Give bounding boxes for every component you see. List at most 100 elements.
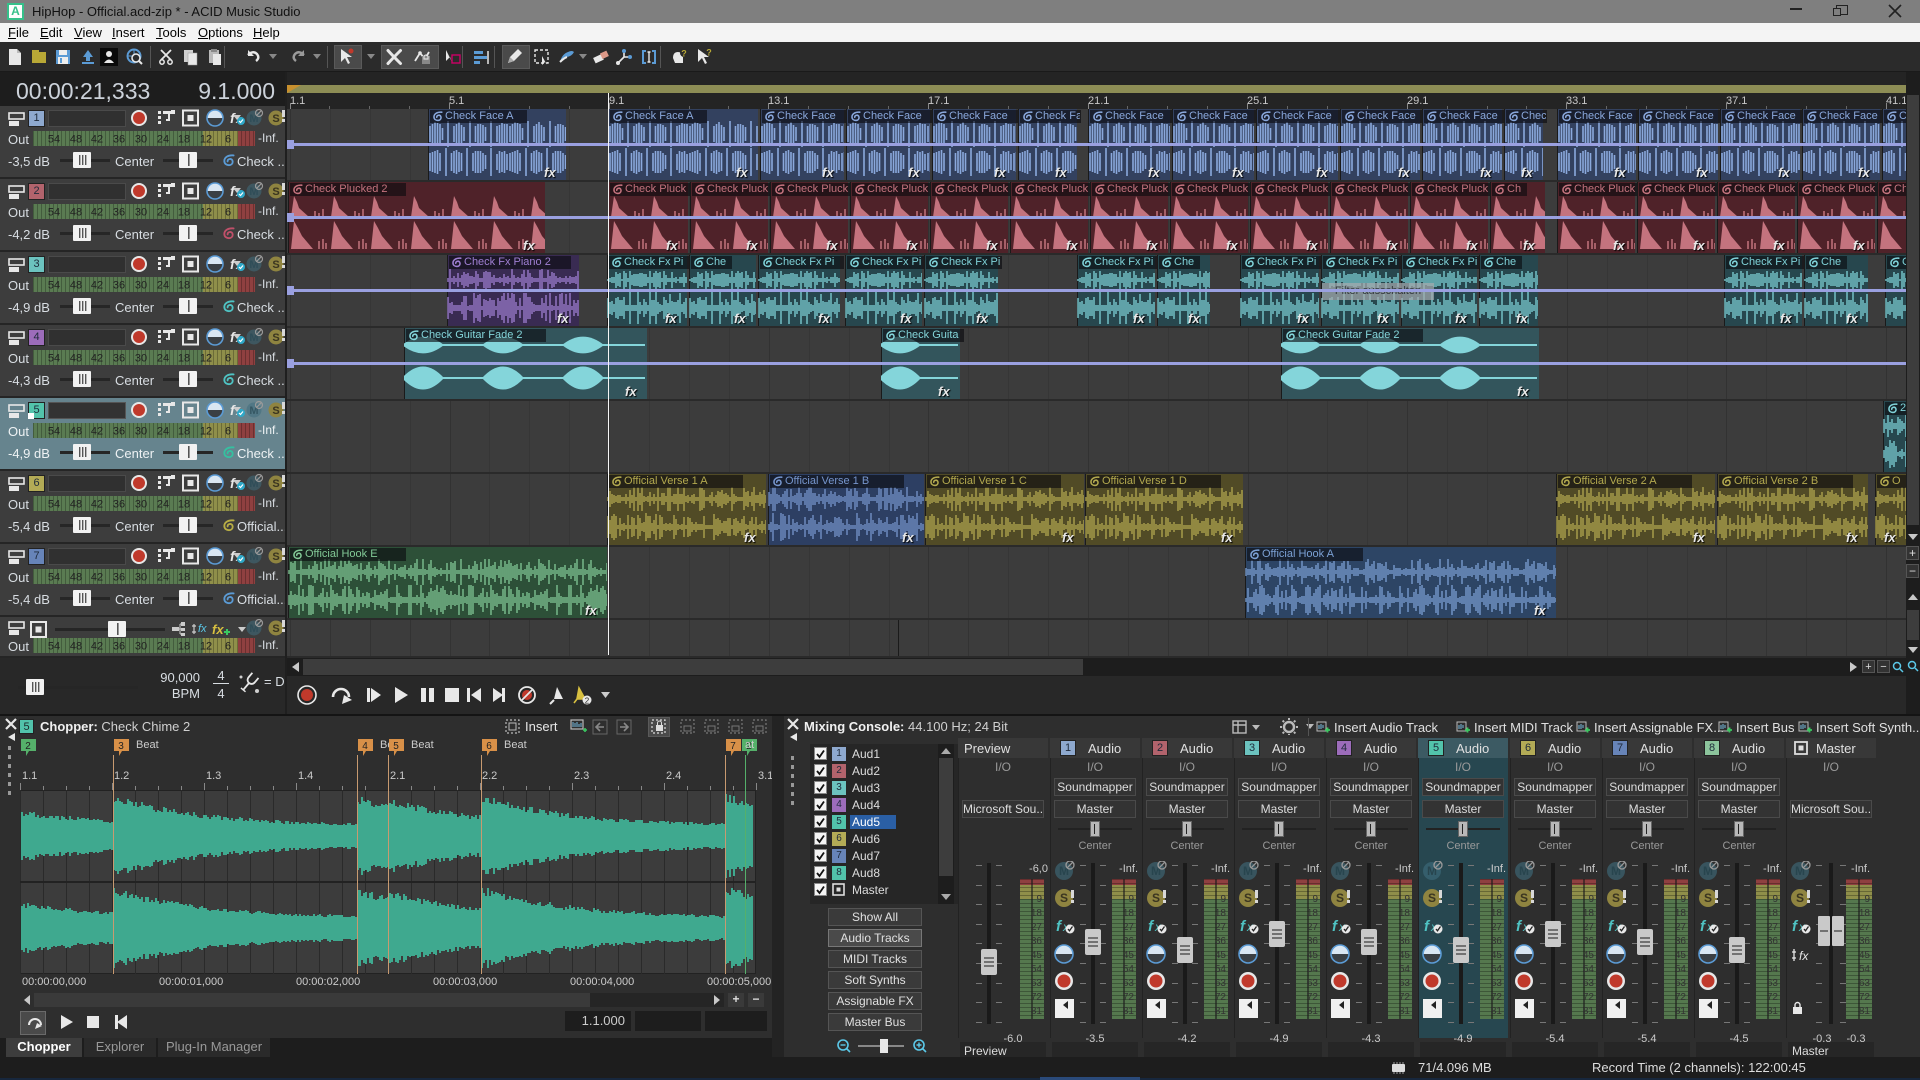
svg-text:36: 36 bbox=[1859, 936, 1871, 947]
svg-text:63: 63 bbox=[1123, 978, 1135, 989]
svg-text:63: 63 bbox=[1031, 978, 1043, 989]
svg-text:54: 54 bbox=[1399, 964, 1411, 975]
svg-text:f: f bbox=[1332, 918, 1339, 935]
svg-text:18: 18 bbox=[1859, 908, 1871, 919]
svg-text:45: 45 bbox=[1859, 950, 1871, 961]
svg-text:M: M bbox=[1059, 864, 1069, 878]
svg-text:f: f bbox=[1792, 918, 1799, 935]
svg-text:18: 18 bbox=[1031, 908, 1043, 919]
svg-text:72: 72 bbox=[1031, 992, 1043, 1003]
svg-text:81: 81 bbox=[1215, 1006, 1227, 1017]
svg-text:63: 63 bbox=[1307, 978, 1319, 989]
svg-text:81: 81 bbox=[1399, 1006, 1411, 1017]
svg-text:18: 18 bbox=[1399, 908, 1411, 919]
svg-text:9: 9 bbox=[1220, 894, 1226, 905]
svg-text:72: 72 bbox=[1767, 992, 1779, 1003]
svg-text:S: S bbox=[1520, 891, 1528, 905]
svg-text:fx: fx bbox=[1799, 949, 1809, 963]
svg-text:36: 36 bbox=[1307, 936, 1319, 947]
svg-text:18: 18 bbox=[1123, 908, 1135, 919]
svg-text:S: S bbox=[1796, 891, 1804, 905]
svg-text:f: f bbox=[1608, 918, 1615, 935]
svg-text:63: 63 bbox=[1583, 978, 1595, 989]
svg-text:M: M bbox=[1151, 864, 1161, 878]
svg-text:72: 72 bbox=[1307, 992, 1319, 1003]
svg-text:81: 81 bbox=[1767, 1006, 1779, 1017]
svg-text:S: S bbox=[1152, 891, 1160, 905]
svg-text:36: 36 bbox=[1491, 936, 1503, 947]
svg-text:36: 36 bbox=[1399, 936, 1411, 947]
svg-text:S: S bbox=[1704, 891, 1712, 905]
svg-text:S: S bbox=[1244, 891, 1252, 905]
svg-text:36: 36 bbox=[1123, 936, 1135, 947]
svg-text:63: 63 bbox=[1399, 978, 1411, 989]
svg-text:27: 27 bbox=[1399, 922, 1411, 933]
svg-text:18: 18 bbox=[1215, 908, 1227, 919]
svg-text:45: 45 bbox=[1767, 950, 1779, 961]
svg-text:9: 9 bbox=[1496, 894, 1502, 905]
svg-text:54: 54 bbox=[1767, 964, 1779, 975]
svg-text:36: 36 bbox=[1215, 936, 1227, 947]
svg-text:f: f bbox=[1148, 918, 1155, 935]
svg-text:54: 54 bbox=[1307, 964, 1319, 975]
svg-text:81: 81 bbox=[1583, 1006, 1595, 1017]
svg-text:81: 81 bbox=[1307, 1006, 1319, 1017]
svg-text:M: M bbox=[1519, 864, 1529, 878]
svg-text:45: 45 bbox=[1399, 950, 1411, 961]
svg-text:27: 27 bbox=[1675, 922, 1687, 933]
svg-text:M: M bbox=[1243, 864, 1253, 878]
svg-text:27: 27 bbox=[1123, 922, 1135, 933]
svg-text:27: 27 bbox=[1307, 922, 1319, 933]
svg-text:54: 54 bbox=[1123, 964, 1135, 975]
svg-text:9: 9 bbox=[1404, 894, 1410, 905]
svg-text:M: M bbox=[1703, 864, 1713, 878]
svg-text:f: f bbox=[1516, 918, 1523, 935]
svg-text:72: 72 bbox=[1583, 992, 1595, 1003]
svg-text:63: 63 bbox=[1675, 978, 1687, 989]
svg-text:S: S bbox=[1060, 891, 1068, 905]
svg-text:54: 54 bbox=[1583, 964, 1595, 975]
svg-text:81: 81 bbox=[1123, 1006, 1135, 1017]
svg-text:9: 9 bbox=[1772, 894, 1778, 905]
svg-text:M: M bbox=[1335, 864, 1345, 878]
svg-text:18: 18 bbox=[1307, 908, 1319, 919]
svg-text:M: M bbox=[1795, 864, 1805, 878]
svg-text:45: 45 bbox=[1307, 950, 1319, 961]
svg-text:9: 9 bbox=[1864, 894, 1870, 905]
svg-text:36: 36 bbox=[1031, 936, 1043, 947]
svg-text:45: 45 bbox=[1675, 950, 1687, 961]
svg-text:63: 63 bbox=[1215, 978, 1227, 989]
svg-text:63: 63 bbox=[1767, 978, 1779, 989]
svg-text:S: S bbox=[1612, 891, 1620, 905]
svg-text:36: 36 bbox=[1583, 936, 1595, 947]
svg-text:63: 63 bbox=[1491, 978, 1503, 989]
svg-text:72: 72 bbox=[1859, 992, 1871, 1003]
svg-text:45: 45 bbox=[1031, 950, 1043, 961]
svg-text:f: f bbox=[1056, 918, 1063, 935]
svg-text:54: 54 bbox=[1031, 964, 1043, 975]
svg-text:M: M bbox=[1611, 864, 1621, 878]
svg-text:54: 54 bbox=[1675, 964, 1687, 975]
svg-text:S: S bbox=[1336, 891, 1344, 905]
svg-text:81: 81 bbox=[1859, 1006, 1871, 1017]
svg-text:9: 9 bbox=[1036, 894, 1042, 905]
svg-text:M: M bbox=[1427, 864, 1437, 878]
svg-text:f: f bbox=[1424, 918, 1431, 935]
svg-text:f: f bbox=[1700, 918, 1707, 935]
svg-text:72: 72 bbox=[1399, 992, 1411, 1003]
svg-text:81: 81 bbox=[1491, 1006, 1503, 1017]
svg-text:72: 72 bbox=[1675, 992, 1687, 1003]
svg-text:63: 63 bbox=[1859, 978, 1871, 989]
svg-text:27: 27 bbox=[1215, 922, 1227, 933]
svg-text:45: 45 bbox=[1491, 950, 1503, 961]
svg-text:54: 54 bbox=[1491, 964, 1503, 975]
svg-text:27: 27 bbox=[1031, 922, 1043, 933]
svg-text:27: 27 bbox=[1491, 922, 1503, 933]
svg-text:9: 9 bbox=[1128, 894, 1134, 905]
svg-text:27: 27 bbox=[1859, 922, 1871, 933]
svg-text:81: 81 bbox=[1031, 1006, 1043, 1017]
svg-text:72: 72 bbox=[1491, 992, 1503, 1003]
svg-text:18: 18 bbox=[1675, 908, 1687, 919]
svg-text:18: 18 bbox=[1583, 908, 1595, 919]
svg-text:45: 45 bbox=[1123, 950, 1135, 961]
